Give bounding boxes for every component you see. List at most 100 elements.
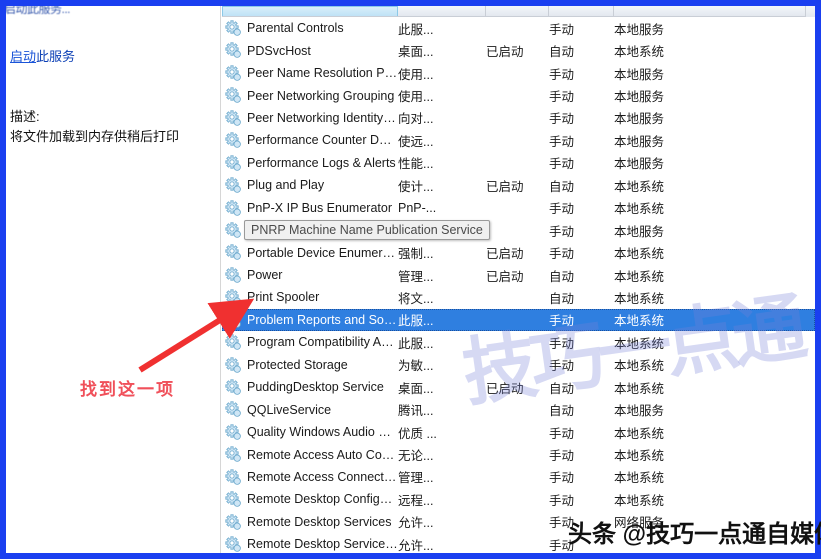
cell-log-on-as: 本地系统 (614, 471, 665, 486)
service-gear-icon (225, 244, 241, 261)
table-row[interactable]: PnP-X IP Bus Enumerator PnP-... 手动 本地系统 (222, 197, 815, 219)
cell-startup-type: 手动 (549, 449, 575, 464)
table-row[interactable]: Portable Device Enumerator ...强制... 已启动 手动… (222, 241, 815, 263)
column-header-description[interactable] (398, 6, 486, 16)
cell-startup-type: 自动 (549, 291, 575, 306)
cell-log-on-as: 本地系统 (614, 247, 665, 262)
column-header-row[interactable] (222, 6, 815, 17)
cell-log-on-as: 本地系统 (614, 45, 665, 60)
cell-service-name: Performance Counter DLL Host (247, 133, 398, 148)
table-row[interactable]: Program Compatibility Assist...此服... 手动 本地… (222, 331, 815, 353)
cell-status: 已启动 (486, 45, 524, 60)
cell-startup-type: 手动 (549, 336, 575, 351)
scrollbar-corner[interactable] (805, 6, 815, 17)
cell-startup-type: 自动 (549, 404, 575, 419)
cell-log-on-as: 本地系统 (614, 381, 665, 396)
cell-service-name: Peer Name Resolution Protoc... (247, 66, 398, 81)
table-row[interactable]: Remote Desktop Services Us...允许... 手动 (222, 533, 815, 553)
service-gear-icon (225, 536, 241, 552)
service-gear-icon (225, 199, 241, 216)
cell-description: 将文... (398, 291, 434, 306)
cell-service-name: Remote Access Auto Connect... (247, 447, 398, 462)
table-row[interactable]: Peer Name Resolution Protoc...使用... 手动 本地服… (222, 62, 815, 84)
table-row[interactable]: Remote Access Auto Connect...无论... 手动 本地系统 (222, 443, 815, 465)
cell-log-on-as: 本地系统 (614, 269, 665, 284)
table-row[interactable]: Peer Networking Identity Ma... 向对... 手动 本地服… (222, 107, 815, 129)
service-gear-icon (225, 446, 241, 463)
table-row[interactable]: Protected Storage 为敏... 手动 本地系统 (222, 354, 815, 376)
cell-service-name: Program Compatibility Assist... (247, 335, 398, 350)
table-row[interactable]: Quality Windows Audio Vide... 优质 ... 手动 本地系… (222, 421, 815, 443)
cell-startup-type: 手动 (549, 202, 575, 217)
services-window: 启动此服务... 启动此服务 描述: 将文件加载到内存供稍后打印 Parenta… (6, 6, 815, 553)
table-row[interactable]: Plug and Play 使计... 已启动 自动 本地系统 (222, 174, 815, 196)
cell-log-on-as: 本地服务 (614, 134, 665, 149)
column-header-name[interactable] (222, 6, 398, 16)
column-header-startup-type[interactable] (549, 6, 614, 16)
cell-description: 向对... (398, 112, 434, 127)
cell-startup-type: 手动 (549, 426, 575, 441)
service-name-tooltip: PNRP Machine Name Publication Service (244, 220, 490, 241)
table-row[interactable]: Performance Logs & Alerts 性能... 手动 本地服务 (222, 152, 815, 174)
cell-service-name: Power (247, 268, 283, 283)
service-gear-icon (225, 491, 241, 507)
cell-service-name: QQLiveService (247, 402, 332, 417)
table-row[interactable]: PDSvcHost 桌面... 已启动 自动 本地系统 (222, 39, 815, 61)
table-row[interactable]: Remote Desktop Services 允许... 手动 网络服务 (222, 511, 815, 533)
cell-startup-type: 自动 (549, 381, 575, 396)
cell-description: 为敏... (398, 359, 434, 374)
table-row[interactable]: Performance Counter DLL Host使远... 手动 本地服务 (222, 129, 815, 151)
cell-service-name: PDSvcHost (247, 43, 311, 58)
cell-startup-type: 自动 (549, 269, 575, 284)
start-service-link-action[interactable]: 启动 (10, 49, 36, 64)
cell-service-name: Parental Controls (247, 21, 344, 36)
service-gear-icon (225, 155, 241, 171)
cell-description: 使用... (398, 67, 434, 82)
cell-startup-type: 手动 (549, 314, 575, 329)
service-gear-icon (225, 65, 241, 81)
cell-startup-type: 手动 (549, 90, 575, 105)
cell-description: 远程... (398, 493, 434, 508)
service-gear-icon (225, 424, 241, 440)
cell-log-on-as: 本地系统 (614, 426, 665, 441)
cell-description: 此服... (398, 336, 434, 351)
cell-startup-type: 自动 (549, 45, 575, 60)
column-header-log-on-as[interactable] (614, 6, 805, 16)
cell-log-on-as: 本地系统 (614, 336, 665, 351)
cell-service-name: Print Spooler (247, 290, 320, 305)
table-row[interactable]: PuddingDesktop Service 桌面... 已启动 自动 本地系统 (222, 376, 815, 398)
cell-log-on-as: 本地服务 (614, 112, 665, 127)
service-gear-icon (225, 267, 241, 283)
cell-description: 腾讯... (398, 404, 434, 419)
cell-service-name: Remote Desktop Services Us... (247, 537, 398, 552)
table-row[interactable]: Print Spooler 将文... 自动 本地系统 (222, 286, 815, 308)
cell-log-on-as: 本地服务 (614, 67, 665, 82)
cell-startup-type: 自动 (549, 179, 575, 194)
table-row[interactable]: Remote Access Connection ... 管理... 手动 本地系统 (222, 466, 815, 488)
column-header-status[interactable] (486, 6, 549, 16)
table-row[interactable]: Peer Networking Grouping 使用... 手动 本地服务 (222, 84, 815, 106)
table-row[interactable]: Power 管理... 已启动 自动 本地系统 (222, 264, 815, 286)
service-gear-icon (225, 177, 241, 193)
cell-startup-type: 手动 (549, 359, 575, 374)
cell-description: PnP-... (398, 200, 437, 215)
cell-startup-type: 手动 (549, 516, 575, 531)
cell-status: 已启动 (486, 247, 524, 262)
services-list-pane[interactable]: Parental Controls 此服... 手动 本地服务 PDSvcHost 桌面.… (222, 6, 815, 553)
service-gear-icon (225, 132, 241, 148)
cell-service-name: Protected Storage (247, 357, 348, 372)
service-gear-icon (225, 469, 241, 485)
service-gear-icon (225, 222, 241, 238)
cell-startup-type: 手动 (549, 157, 575, 172)
cell-startup-type: 手动 (549, 224, 575, 239)
services-rows[interactable]: Parental Controls 此服... 手动 本地服务 PDSvcHost 桌面.… (222, 17, 815, 553)
table-row[interactable]: Parental Controls 此服... 手动 本地服务 (222, 17, 815, 39)
table-row[interactable]: QQLiveService 腾讯... 自动 本地服务 (222, 398, 815, 420)
table-row[interactable]: Problem Reports and Solutio...此服... 手动 本地系… (222, 308, 815, 332)
table-row[interactable]: Remote Desktop Configuration远程... 手动 本地系统 (222, 488, 815, 510)
service-gear-icon (225, 356, 241, 373)
description-label: 描述: (10, 109, 40, 124)
service-gear-icon (225, 312, 241, 328)
start-service-link[interactable]: 启动此服务 (10, 46, 75, 65)
service-details-pane: 启动此服务... 启动此服务 描述: 将文件加载到内存供稍后打印 (6, 6, 221, 553)
